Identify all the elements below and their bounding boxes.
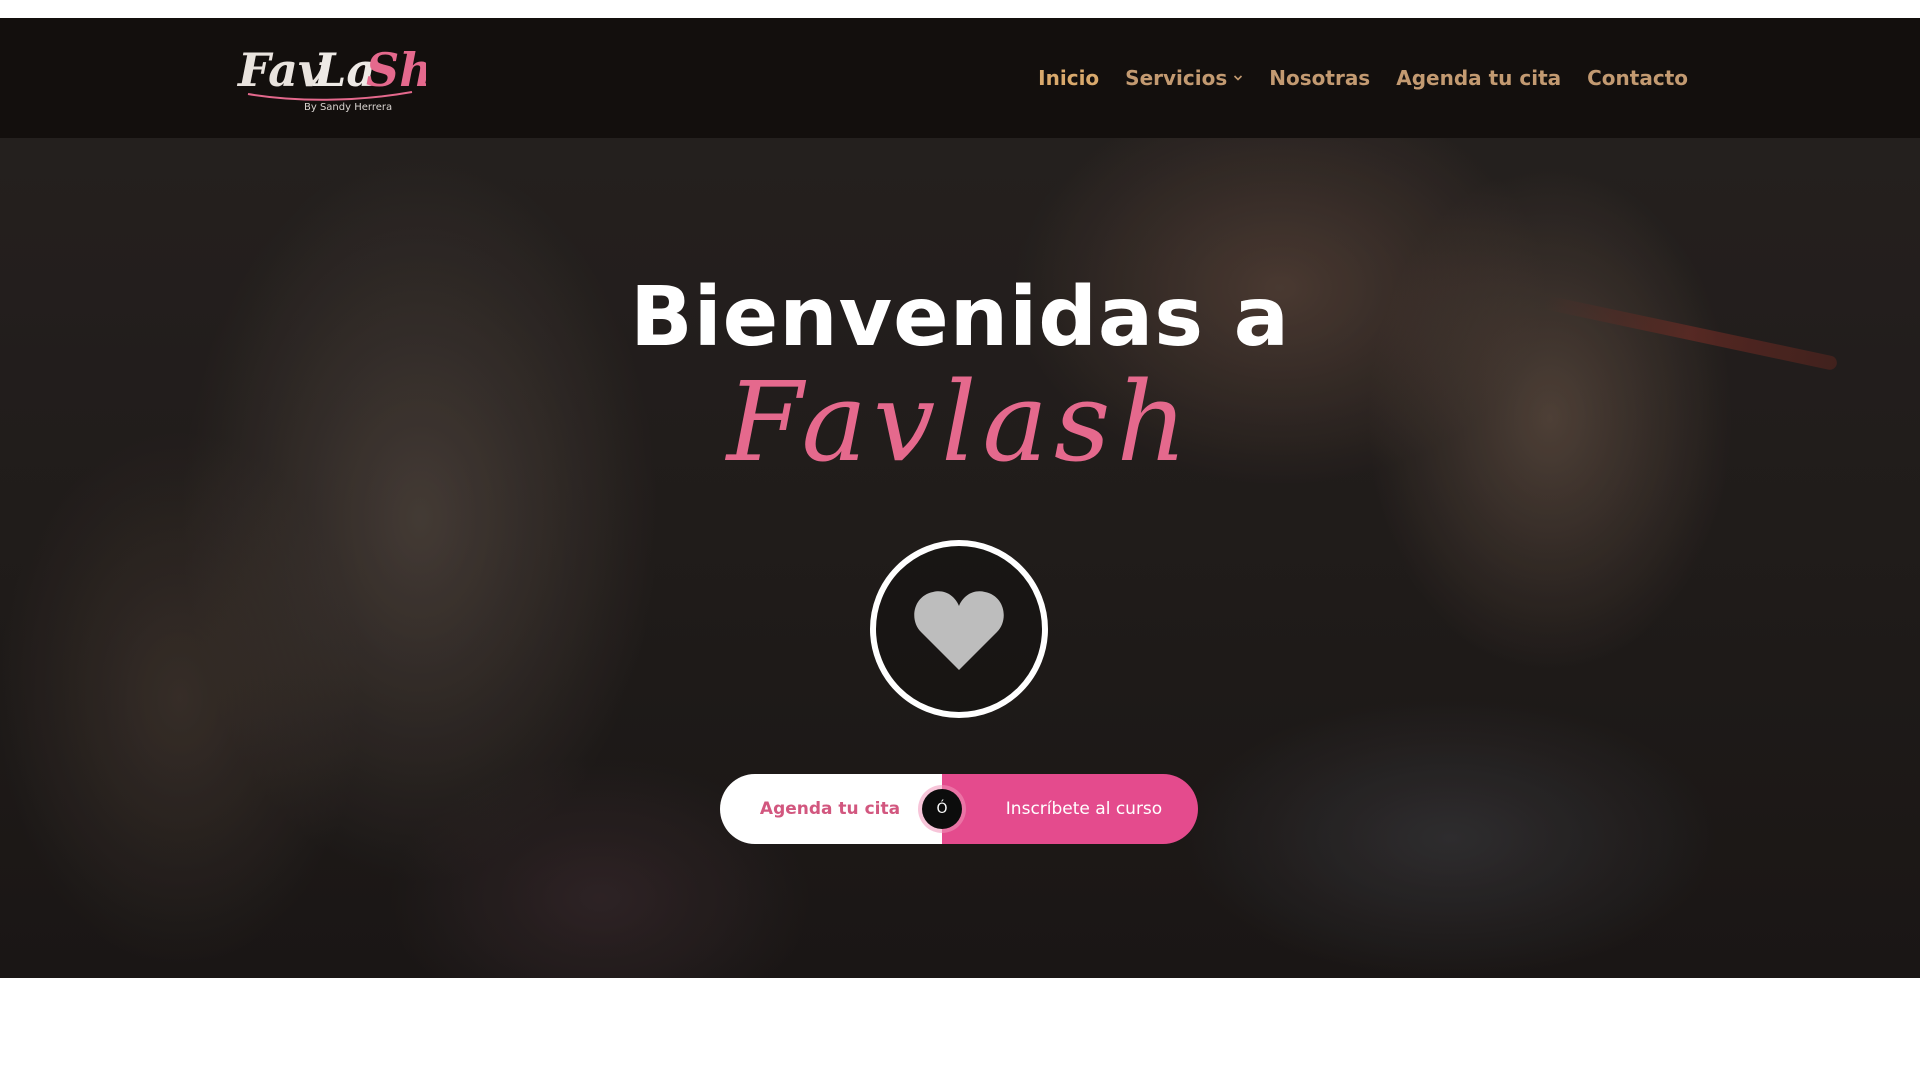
cta-group: Agenda tu cita Inscríbete al curso Ó xyxy=(720,774,1198,844)
hero-section: Bienvenidas a Favlash Agenda tu cita Ins… xyxy=(0,138,1920,978)
hero-title: Bienvenidas a xyxy=(630,270,1290,365)
favlash-logo[interactable]: Fav La Sh By Sandy Herrera xyxy=(236,38,426,118)
heart-badge xyxy=(870,540,1048,718)
nav-item-servicios[interactable]: Servicios xyxy=(1125,66,1243,90)
nav-item-agenda[interactable]: Agenda tu cita xyxy=(1396,66,1561,90)
inscribete-curso-button[interactable]: Inscríbete al curso xyxy=(942,774,1198,844)
nav-item-contacto[interactable]: Contacto xyxy=(1587,66,1688,90)
svg-text:By Sandy Herrera: By Sandy Herrera xyxy=(304,102,392,113)
heart-icon xyxy=(914,591,1004,670)
svg-text:Sh: Sh xyxy=(366,43,426,97)
nav-item-label: Contacto xyxy=(1587,66,1688,90)
main-nav: Inicio Servicios Nosotras Agenda tu cita… xyxy=(1038,18,1688,138)
nav-item-label: Agenda tu cita xyxy=(1396,66,1562,90)
site-header: Fav La Sh By Sandy Herrera Inicio Servic… xyxy=(0,18,1920,138)
svg-text:Fav: Fav xyxy=(236,43,326,97)
page: Fav La Sh By Sandy Herrera Inicio Servic… xyxy=(0,0,1920,1080)
nav-item-label: Inicio xyxy=(1038,66,1100,90)
hero-brand-script: Favlash xyxy=(726,358,1194,486)
cta-separator: Ó xyxy=(922,789,962,829)
top-strip xyxy=(0,0,1920,18)
nav-item-inicio[interactable]: Inicio xyxy=(1038,66,1099,90)
nav-item-label: Servicios xyxy=(1125,66,1228,90)
chevron-down-icon xyxy=(1234,75,1243,81)
logo-image: Fav La Sh By Sandy Herrera xyxy=(236,43,426,113)
nav-item-label: Nosotras xyxy=(1269,66,1371,90)
nav-item-nosotras[interactable]: Nosotras xyxy=(1269,66,1370,90)
